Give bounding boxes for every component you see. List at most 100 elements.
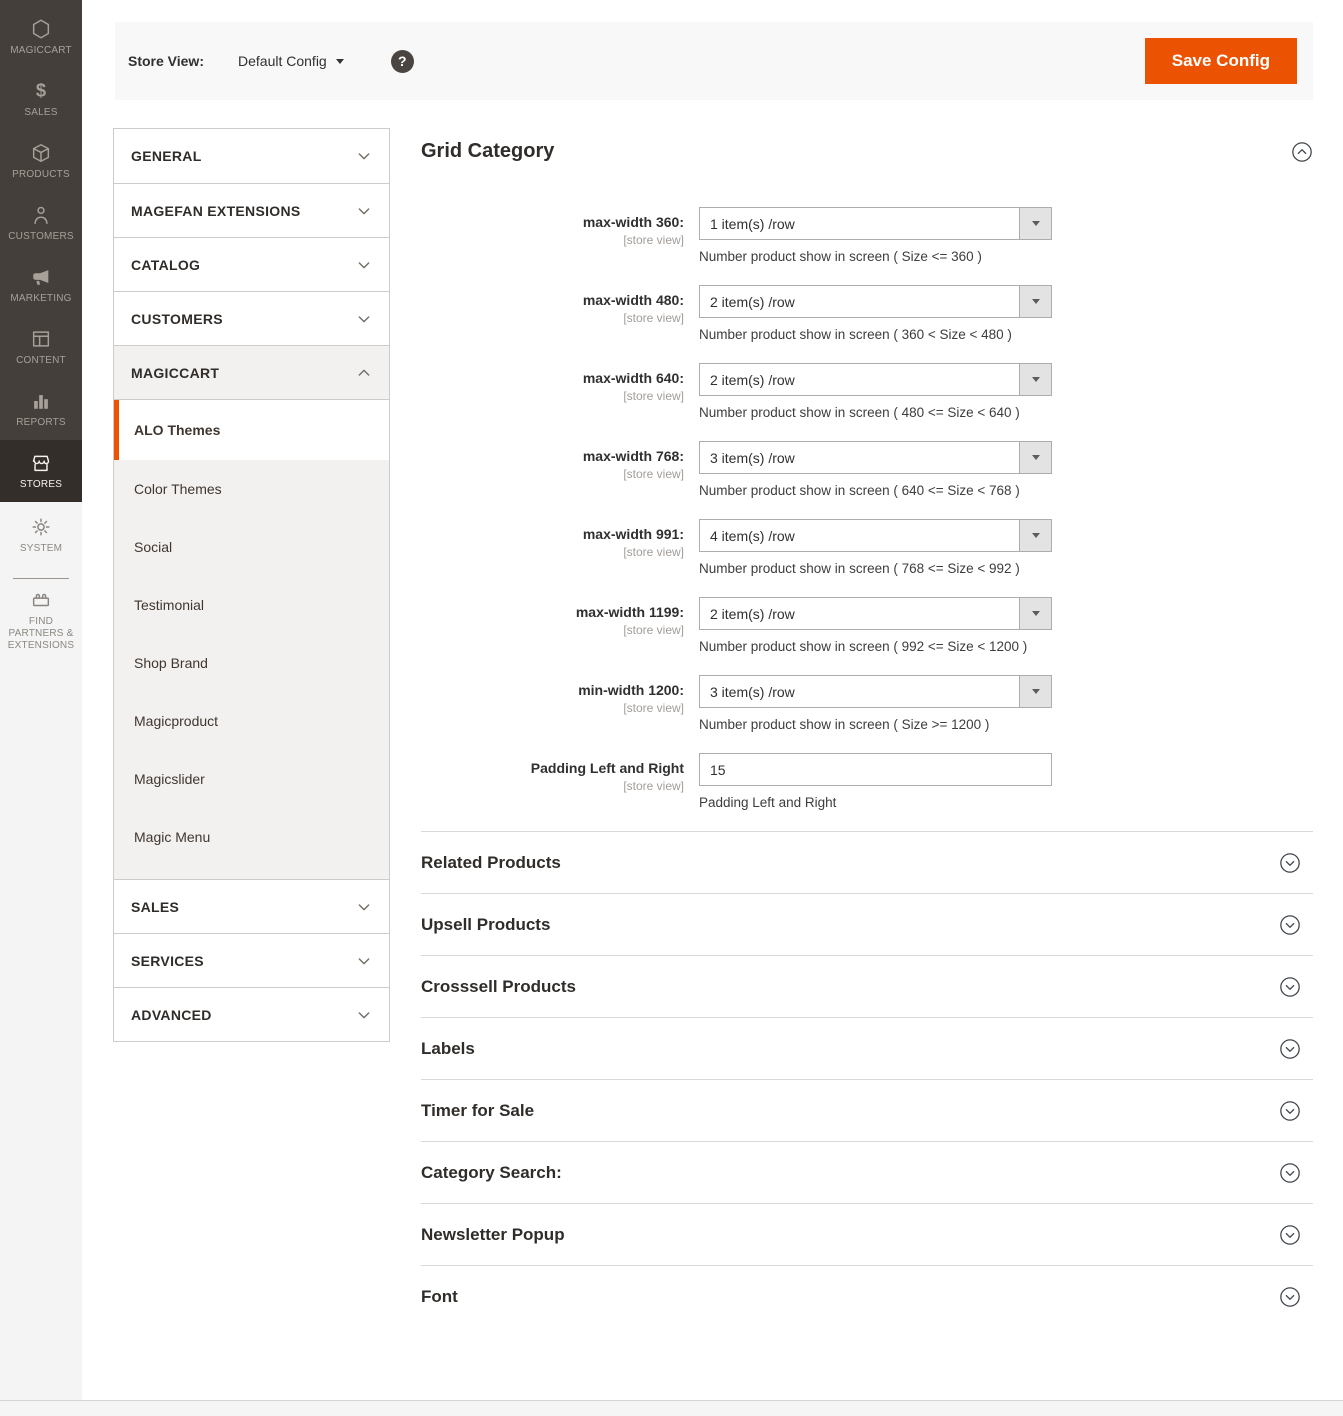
select-arrow-button[interactable] (1019, 208, 1051, 239)
nav-section-label: SERVICES (131, 952, 204, 969)
sidebar-main-group: MAGICCART $ SALES PRODUCTS CUSTOMERS MARKETIN… (0, 0, 82, 502)
field-row-max-width-360: max-width 360: [store view] 1 item(s) /row… (421, 207, 1313, 264)
select-arrow-button[interactable] (1019, 676, 1051, 707)
section-row-font[interactable]: Font (421, 1266, 1313, 1328)
store-view-current: Default Config (238, 53, 327, 69)
save-config-button[interactable]: Save Config (1144, 38, 1297, 84)
sidebar-item-label: PRODUCTS (12, 168, 70, 180)
svg-text:$: $ (36, 80, 46, 101)
select-min-width-1200[interactable]: 3 item(s) /row (699, 675, 1052, 708)
select-value: 3 item(s) /row (710, 683, 795, 700)
expand-chevron-down-icon[interactable] (1279, 1038, 1301, 1060)
field-note: Number product show in screen ( 640 <= S… (699, 483, 1020, 498)
nav-subitem-shop-brand[interactable]: Shop Brand (114, 634, 389, 692)
caret-down-icon (335, 58, 344, 64)
select-arrow-button[interactable] (1019, 520, 1051, 551)
field-label-block: max-width 480: [store view] (421, 285, 699, 342)
nav-section-catalog[interactable]: CATALOG (114, 237, 389, 291)
help-icon[interactable]: ? (390, 49, 414, 73)
select-max-width-991[interactable]: 4 item(s) /row (699, 519, 1052, 552)
section-row-related-products[interactable]: Related Products (421, 832, 1313, 894)
select-max-width-1199[interactable]: 2 item(s) /row (699, 597, 1052, 630)
chevron-down-icon (356, 1007, 372, 1023)
nav-section-label: CUSTOMERS (131, 310, 223, 327)
section-row-newsletter-popup[interactable]: Newsletter Popup (421, 1204, 1313, 1266)
field-scope: [store view] (623, 779, 684, 793)
system-icon (30, 516, 52, 540)
caret-down-icon (1031, 533, 1040, 538)
sidebar-item-find-partners-extensions[interactable]: FIND PARTNERS & EXTENSIONS (0, 568, 82, 660)
sidebar-item-magiccart[interactable]: MAGICCART (0, 6, 82, 68)
sidebar-item-label: CONTENT (16, 354, 66, 366)
section-row-labels[interactable]: Labels (421, 1018, 1313, 1080)
nav-subitem-label: Color Themes (134, 481, 222, 497)
expand-chevron-down-icon[interactable] (1279, 1100, 1301, 1122)
nav-subitem-color-themes[interactable]: Color Themes (114, 460, 389, 518)
nav-section-customers[interactable]: CUSTOMERS (114, 291, 389, 345)
expand-chevron-down-icon[interactable] (1279, 852, 1301, 874)
expand-chevron-down-icon[interactable] (1279, 976, 1301, 998)
sidebar-item-stores[interactable]: STORES (0, 440, 82, 502)
field-control-block: 3 item(s) /row Number product show in scr… (699, 675, 1099, 732)
nav-subitem-social[interactable]: Social (114, 518, 389, 576)
field-scope: [store view] (623, 623, 684, 637)
section-title: Grid Category (421, 140, 555, 162)
select-arrow-button[interactable] (1019, 598, 1051, 629)
sidebar-item-system[interactable]: SYSTEM (0, 502, 82, 568)
field-control-block: Padding Left and Right (699, 753, 1099, 810)
expand-chevron-down-icon[interactable] (1279, 1286, 1301, 1308)
config-main: Grid Category max-width 360: [store view]… (421, 140, 1313, 1328)
select-max-width-480[interactable]: 2 item(s) /row (699, 285, 1052, 318)
nav-section-magefan-extensions[interactable]: MAGEFAN EXTENSIONS (114, 183, 389, 237)
sidebar-item-marketing[interactable]: MARKETING (0, 254, 82, 316)
nav-section-magiccart[interactable]: MAGICCART (114, 345, 389, 399)
nav-section-label: MAGEFAN EXTENSIONS (131, 202, 301, 219)
select-value: 1 item(s) /row (710, 215, 795, 232)
field-note: Number product show in screen ( 768 <= S… (699, 561, 1020, 576)
section-row-category-search[interactable]: Category Search: (421, 1142, 1313, 1204)
sidebar-item-reports[interactable]: REPORTS (0, 378, 82, 440)
sidebar-item-label: SALES (24, 106, 58, 118)
select-arrow-button[interactable] (1019, 286, 1051, 317)
nav-section-advanced[interactable]: ADVANCED (114, 987, 389, 1041)
nav-subitem-magicslider[interactable]: Magicslider (114, 750, 389, 808)
sidebar-item-label: FIND PARTNERS & EXTENSIONS (7, 616, 75, 651)
section-row-title: Upsell Products (421, 914, 551, 934)
select-max-width-768[interactable]: 3 item(s) /row (699, 441, 1052, 474)
field-label: Padding Left and Right (530, 760, 684, 776)
field-row-padding-left-and-right: Padding Left and Right [store view] Paddin… (421, 753, 1313, 810)
field-label-block: max-width 768: [store view] (421, 441, 699, 498)
select-arrow-button[interactable] (1019, 442, 1051, 473)
store-view-switcher[interactable]: Default Config (238, 53, 344, 69)
select-max-width-360[interactable]: 1 item(s) /row (699, 207, 1052, 240)
nav-section-general[interactable]: GENERAL (114, 129, 389, 183)
nav-subitem-magic-menu[interactable]: Magic Menu (114, 808, 389, 866)
nav-subitem-magicproduct[interactable]: Magicproduct (114, 692, 389, 750)
section-row-timer-for-sale[interactable]: Timer for Sale (421, 1080, 1313, 1142)
padding-left-and-right-input[interactable] (699, 753, 1052, 786)
sidebar-item-products[interactable]: PRODUCTS (0, 130, 82, 192)
section-row-upsell-products[interactable]: Upsell Products (421, 894, 1313, 956)
nav-section-label: ADVANCED (131, 1006, 212, 1023)
sidebar-item-content[interactable]: CONTENT (0, 316, 82, 378)
select-value: 3 item(s) /row (710, 449, 795, 466)
field-note: Number product show in screen ( 992 <= S… (699, 639, 1028, 654)
nav-section-services[interactable]: SERVICES (114, 933, 389, 987)
select-arrow-button[interactable] (1019, 364, 1051, 395)
nav-section-sales[interactable]: SALES (114, 879, 389, 933)
expand-chevron-down-icon[interactable] (1279, 1224, 1301, 1246)
expand-chevron-down-icon[interactable] (1279, 914, 1301, 936)
section-row-crosssell-products[interactable]: Crosssell Products (421, 956, 1313, 1018)
collapse-chevron-up-icon[interactable] (1291, 141, 1313, 163)
select-max-width-640[interactable]: 2 item(s) /row (699, 363, 1052, 396)
expand-chevron-down-icon[interactable] (1279, 1162, 1301, 1184)
field-note: Number product show in screen ( 480 <= S… (699, 405, 1020, 420)
sidebar-item-sales[interactable]: $ SALES (0, 68, 82, 130)
sidebar-item-customers[interactable]: CUSTOMERS (0, 192, 82, 254)
nav-subitem-label: Shop Brand (134, 655, 208, 671)
nav-subitem-testimonial[interactable]: Testimonial (114, 576, 389, 634)
nav-subitem-alo-themes[interactable]: ALO Themes (114, 400, 389, 460)
sidebar-item-label: CUSTOMERS (8, 230, 74, 242)
config-nav: GENERAL MAGEFAN EXTENSIONS CATALOG CUSTOMER… (113, 128, 390, 1042)
field-label-block: min-width 1200: [store view] (421, 675, 699, 732)
